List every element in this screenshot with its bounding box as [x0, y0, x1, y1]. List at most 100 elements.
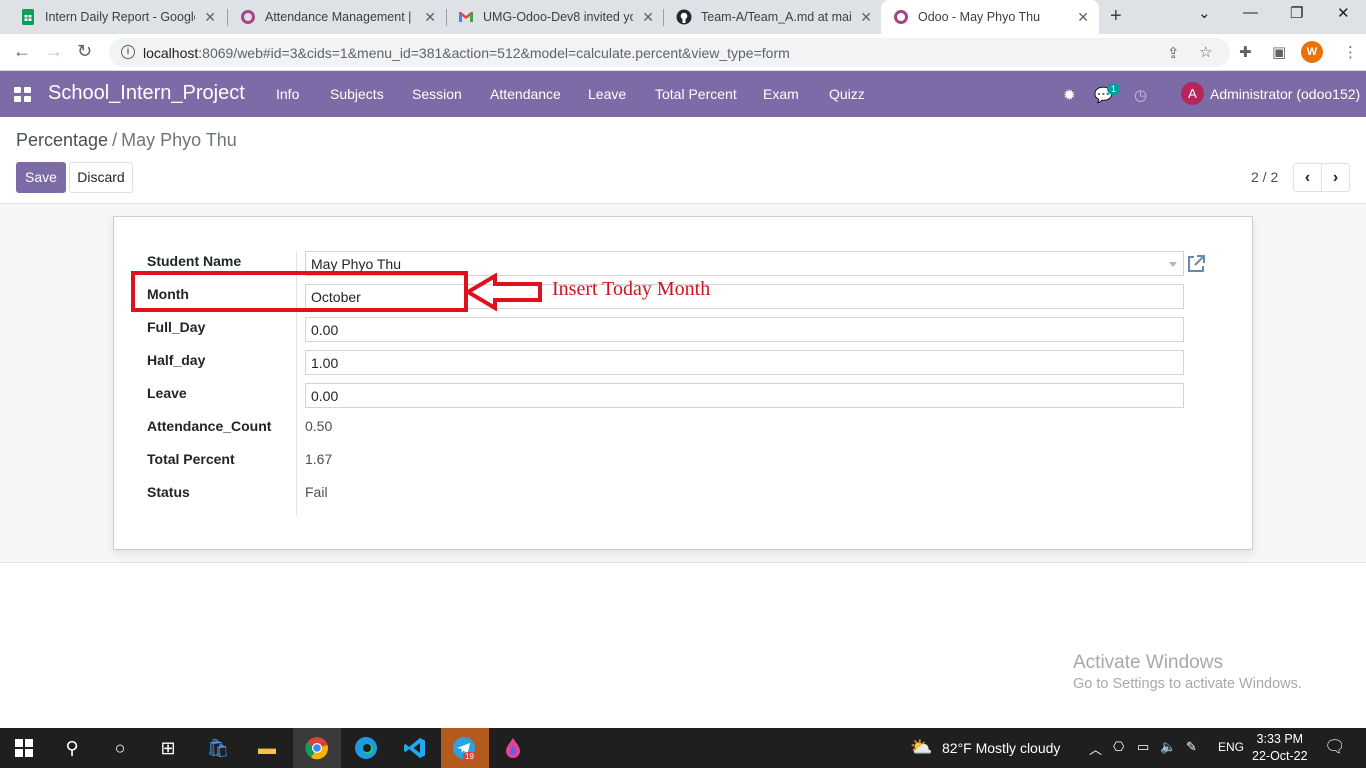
- close-icon[interactable]: ✕: [860, 9, 872, 26]
- browser-tab-sheets[interactable]: Intern Daily Report - Google ✕: [8, 0, 226, 34]
- task-view-icon[interactable]: ⊞: [156, 736, 180, 760]
- app-brand[interactable]: School_Intern_Project: [48, 82, 245, 105]
- notifications-icon[interactable]: 🗨: [1324, 737, 1346, 757]
- windows-start-icon[interactable]: [12, 736, 36, 760]
- half-day-label: Half_day: [147, 352, 206, 368]
- menu-exam[interactable]: Exam: [763, 86, 799, 102]
- close-icon[interactable]: ✕: [424, 9, 436, 26]
- reload-icon[interactable]: ↻: [77, 41, 92, 62]
- file-explorer-icon[interactable]: ▬: [255, 736, 279, 760]
- breadcrumb-separator: /: [112, 130, 118, 150]
- tray-chevron-up-icon[interactable]: ︿: [1089, 739, 1102, 758]
- close-icon[interactable]: ✕: [642, 9, 654, 26]
- vscode-icon[interactable]: [403, 736, 427, 760]
- search-icon[interactable]: ⚲: [60, 736, 84, 760]
- form-sheet: Student Name May Phyo Thu Month October …: [113, 216, 1253, 550]
- full-day-input[interactable]: 0.00: [305, 317, 1184, 342]
- gmail-icon: [458, 9, 474, 25]
- profile-avatar[interactable]: W: [1301, 41, 1323, 63]
- chrome-icon[interactable]: [305, 736, 329, 760]
- leave-input[interactable]: 0.00: [305, 383, 1184, 408]
- back-arrow-icon[interactable]: ←: [13, 41, 31, 62]
- odoo-icon: [240, 9, 256, 25]
- annotation-text: Insert Today Month: [552, 278, 711, 300]
- edge-icon[interactable]: [354, 736, 378, 760]
- total-percent-value: 1.67: [305, 451, 333, 467]
- browser-tab-attendance[interactable]: Attendance Management | O ✕: [228, 0, 446, 34]
- apps-grid-icon[interactable]: [14, 87, 31, 102]
- browser-menu-icon[interactable]: ⋮: [1343, 43, 1358, 61]
- browser-tab-odoo-active[interactable]: Odoo - May Phyo Thu ✕: [881, 0, 1099, 34]
- close-icon[interactable]: ✕: [1077, 9, 1089, 26]
- control-panel: Percentage / May Phyo Thu Save Discard 2 /…: [0, 117, 1366, 204]
- menu-attendance[interactable]: Attendance: [490, 86, 561, 102]
- breadcrumb-current: May Phyo Thu: [121, 130, 237, 150]
- windows-taskbar: ⚲ ○ ⊞ 🛍 ▬ 19 ⛅ 82°F Mostly cloudy ︿ ⎔ ▭ …: [0, 728, 1366, 768]
- volume-icon[interactable]: 🔈: [1160, 739, 1176, 755]
- pager-previous-button[interactable]: ‹: [1293, 163, 1322, 192]
- half-day-input[interactable]: 1.00: [305, 350, 1184, 375]
- share-icon[interactable]: ⇪: [1167, 44, 1180, 62]
- tray-device-icon[interactable]: ⎔: [1113, 739, 1124, 755]
- debug-bug-icon[interactable]: ✹: [1063, 86, 1076, 104]
- odoo-navbar: School_Intern_Project Info Subjects Sess…: [0, 71, 1366, 117]
- form-background: Student Name May Phyo Thu Month October …: [0, 204, 1366, 563]
- tab-search-chevron-icon[interactable]: ⌄: [1198, 4, 1211, 22]
- minimize-icon[interactable]: —: [1243, 4, 1258, 21]
- breadcrumb: Percentage / May Phyo Thu: [16, 130, 237, 151]
- browser-tab-label: UMG-Odoo-Dev8 invited you: [483, 10, 633, 24]
- browser-tab-label: Attendance Management | O: [265, 10, 415, 24]
- dropdown-caret-icon: [1169, 262, 1177, 267]
- browser-tab-strip: Intern Daily Report - Google ✕ Attendanc…: [0, 0, 1366, 34]
- pager-counter[interactable]: 2 / 2: [1251, 169, 1278, 185]
- save-button[interactable]: Save: [16, 162, 66, 193]
- url-text: localhost:8069/web#id=3&cids=1&menu_id=3…: [143, 45, 790, 61]
- close-icon[interactable]: ✕: [204, 9, 216, 26]
- external-link-icon[interactable]: [1185, 253, 1207, 275]
- attendance-count-label: Attendance_Count: [147, 418, 272, 434]
- cortana-circle-icon[interactable]: ○: [108, 736, 132, 760]
- site-info-icon[interactable]: i: [121, 45, 135, 59]
- breadcrumb-percentage-link[interactable]: Percentage: [16, 130, 108, 150]
- browser-tab-label: Odoo - May Phyo Thu: [918, 10, 1041, 24]
- menu-total-percent[interactable]: Total Percent: [655, 86, 737, 102]
- menu-leave[interactable]: Leave: [588, 86, 626, 102]
- activate-windows-watermark: Activate Windows Go to Settings to activ…: [1073, 652, 1302, 692]
- user-avatar[interactable]: A: [1181, 82, 1204, 105]
- discard-button[interactable]: Discard: [69, 162, 133, 193]
- language-indicator[interactable]: ENG: [1218, 740, 1244, 754]
- weather-text[interactable]: 82°F Mostly cloudy: [942, 740, 1060, 756]
- total-percent-label: Total Percent: [147, 451, 235, 467]
- store-icon[interactable]: 🛍: [206, 736, 230, 760]
- pen-icon[interactable]: ✎: [1186, 739, 1197, 755]
- address-bar: ← → ↻ i localhost:8069/web#id=3&cids=1&m…: [0, 34, 1366, 71]
- annotation-highlight-box: [131, 271, 468, 312]
- url-field[interactable]: i localhost:8069/web#id=3&cids=1&menu_id…: [109, 38, 1230, 67]
- annotation-arrow-icon: [465, 273, 542, 311]
- new-tab-plus-icon[interactable]: +: [1110, 5, 1122, 28]
- pager-next-button[interactable]: ›: [1321, 163, 1350, 192]
- system-clock[interactable]: 3:33 PM 22-Oct-22: [1252, 731, 1308, 765]
- chat-count-badge: 1: [1107, 83, 1120, 95]
- menu-session[interactable]: Session: [412, 86, 462, 102]
- network-icon[interactable]: ▭: [1137, 739, 1149, 755]
- side-panel-icon[interactable]: ▣: [1272, 43, 1286, 61]
- activity-clock-icon[interactable]: ◷: [1134, 86, 1147, 104]
- window-close-icon[interactable]: ✕: [1337, 4, 1350, 22]
- menu-quizz[interactable]: Quizz: [829, 86, 865, 102]
- menu-info[interactable]: Info: [276, 86, 299, 102]
- weather-cloud-icon: ⛅: [910, 737, 933, 757]
- student-name-label: Student Name: [147, 253, 242, 269]
- bookmark-star-icon[interactable]: ☆: [1199, 43, 1212, 61]
- full-day-label: Full_Day: [147, 319, 206, 335]
- restore-icon[interactable]: ❐: [1290, 4, 1303, 22]
- paint-drop-icon[interactable]: [501, 736, 525, 760]
- browser-tab-gmail[interactable]: UMG-Odoo-Dev8 invited you ✕: [446, 0, 664, 34]
- browser-tab-label: Intern Daily Report - Google: [45, 10, 195, 24]
- browser-tab-github[interactable]: Team-A/Team_A.md at main ✕: [664, 0, 882, 34]
- user-menu-name[interactable]: Administrator (odoo152): [1210, 86, 1360, 102]
- menu-subjects[interactable]: Subjects: [330, 86, 384, 102]
- status-value: Fail: [305, 484, 328, 500]
- forward-arrow-icon[interactable]: →: [45, 41, 63, 62]
- extensions-puzzle-icon[interactable]: ✚: [1239, 43, 1252, 61]
